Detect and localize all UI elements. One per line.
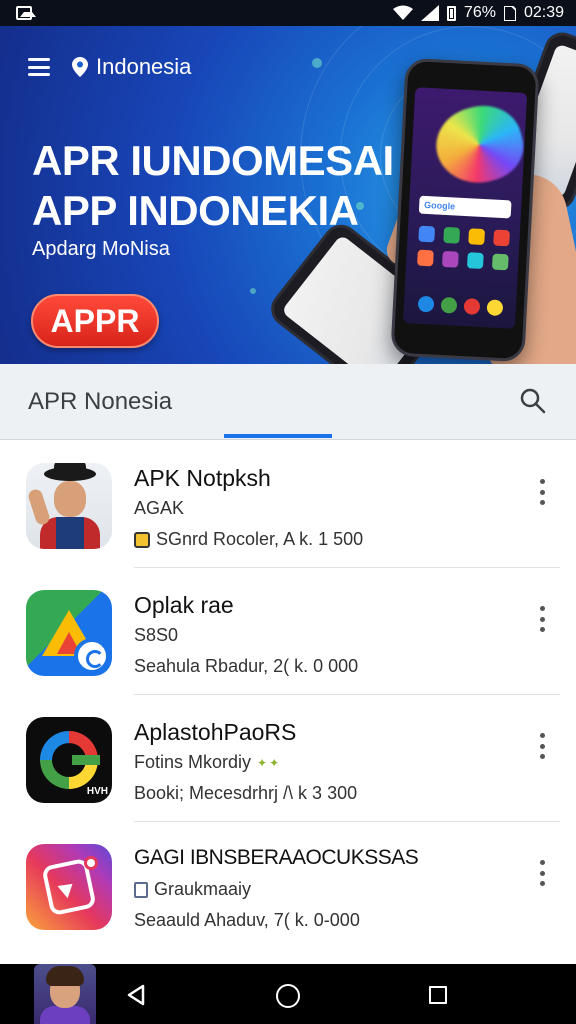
badge-icon <box>134 531 150 548</box>
app-list: APK Notpksh AGAK SGnrd Rocoler, A k. 1 5… <box>0 441 576 949</box>
navigation-bar <box>0 964 576 1024</box>
sim-icon <box>503 5 516 21</box>
app-developer: Fotins Mkordiy ✦✦ <box>134 752 281 773</box>
app-meta-text: Seahula Rbadur, 2( k. 0 000 <box>134 656 359 676</box>
app-developer-text: Fotins Mkordiy <box>134 752 252 772</box>
app-name: Oplak rae <box>134 592 234 618</box>
app-icon: HVH <box>26 717 112 803</box>
phone-app-grid <box>416 225 510 271</box>
hero-subtitle: Apdarg MoNisa <box>32 238 170 260</box>
more-options-icon[interactable] <box>536 606 548 632</box>
more-options-icon[interactable] <box>536 733 548 759</box>
phone-dock <box>414 295 507 317</box>
app-developer-text: Graukmaaiy <box>154 879 252 899</box>
app-developer: AGAK <box>134 498 185 518</box>
hero-banner: Google Indonesia APR IUNDOMESAI APP INDO… <box>0 26 576 364</box>
hero-title-line2: APP INDONEKIA <box>32 187 359 234</box>
home-icon[interactable] <box>276 984 300 1008</box>
app-meta-text: Booki; Mecesdrhrj /\ k 3 300 <box>134 783 358 803</box>
app-meta: Seahula Rbadur, 2( k. 0 000 <box>134 656 358 677</box>
battery-icon <box>446 5 456 21</box>
back-icon[interactable] <box>125 984 147 1006</box>
location-pin-icon <box>72 57 88 77</box>
menu-icon[interactable] <box>28 58 50 76</box>
hero-title: APR IUNDOMESAI APP INDONEKIA <box>32 136 394 236</box>
phone-illustration: Google <box>390 57 540 363</box>
appr-button-label: APPR <box>50 302 140 339</box>
list-item[interactable]: HVH AplastohPaoRS Fotins Mkordiy ✦✦ Book… <box>0 695 576 822</box>
tab-indicator <box>224 434 332 438</box>
gallery-icon <box>16 6 36 20</box>
status-left <box>16 6 36 20</box>
search-bar[interactable]: APR Nonesia <box>0 364 576 440</box>
swirl-graphic <box>428 96 528 193</box>
wifi-icon <box>392 5 413 20</box>
phone-search-bar: Google <box>418 195 512 219</box>
app-meta-text: SGnrd Rocoler, A k. 1 500 <box>156 529 364 549</box>
app-meta: Booki; Mecesdrhrj /\ k 3 300 <box>134 783 357 804</box>
status-right: 76% 02:39 <box>392 4 564 22</box>
search-icon[interactable] <box>519 387 547 415</box>
app-name: GAGI IBNSBERAAOCUKSSAS <box>134 846 419 869</box>
app-name: APK Notpksh <box>134 465 271 491</box>
list-item[interactable]: APK Notpksh AGAK SGnrd Rocoler, A k. 1 5… <box>0 441 576 568</box>
battery-percent: 76% <box>463 4 496 21</box>
app-icon <box>26 844 112 930</box>
list-item[interactable]: GAGI IBNSBERAAOCUKSSAS Graukmaaiy Seaaul… <box>0 822 576 949</box>
app-name: AplastohPaoRS <box>134 719 297 745</box>
more-options-icon[interactable] <box>536 479 548 505</box>
app-icon <box>26 590 112 676</box>
hero-header: Indonesia <box>28 54 191 80</box>
avatar[interactable] <box>34 964 96 1024</box>
phone-screen: Google <box>403 87 528 329</box>
app-meta-text: Seaauld Ahaduv, 7( k. 0-000 <box>134 910 360 930</box>
checkbox-icon <box>134 881 148 898</box>
location-label: Indonesia <box>96 54 192 79</box>
search-input[interactable]: APR Nonesia <box>28 388 172 416</box>
recent-apps-icon[interactable] <box>429 986 447 1004</box>
hero-title-line1: APR IUNDOMESAI <box>32 137 394 184</box>
app-developer: S8S0 <box>134 625 179 645</box>
app-meta: Seaauld Ahaduv, 7( k. 0-000 <box>134 910 360 931</box>
clock: 02:39 <box>523 4 564 21</box>
list-item[interactable]: Oplak rae S8S0 Seahula Rbadur, 2( k. 0 0… <box>0 568 576 695</box>
app-icon <box>26 463 112 549</box>
status-bar: 76% 02:39 <box>0 0 576 26</box>
more-options-icon[interactable] <box>536 860 548 886</box>
decor-dot <box>312 58 322 68</box>
app-meta: SGnrd Rocoler, A k. 1 500 <box>134 529 363 550</box>
app-developer: Graukmaaiy <box>134 879 251 900</box>
diamond-icon: ✦✦ <box>257 755 282 770</box>
appr-button[interactable]: APPR <box>31 294 159 348</box>
decor-dot <box>250 288 256 294</box>
signal-icon <box>420 5 439 21</box>
location-selector[interactable]: Indonesia <box>72 54 191 80</box>
